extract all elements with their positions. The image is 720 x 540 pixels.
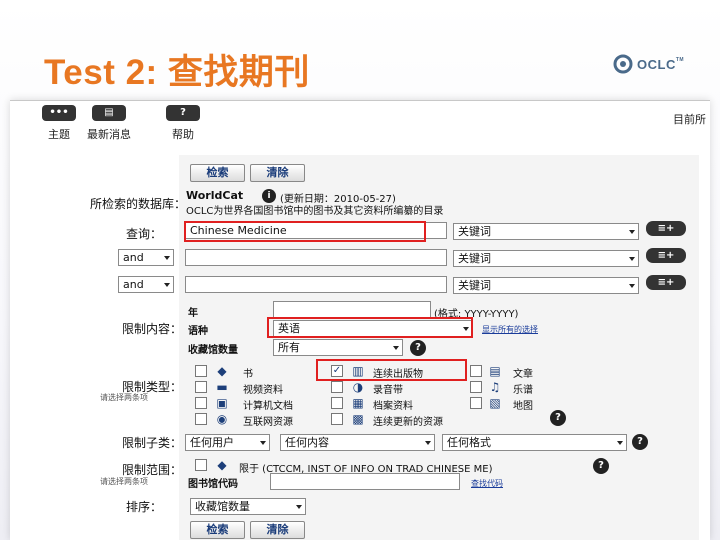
type-checkbox-book[interactable]: [195, 365, 207, 377]
slide: Test 2: 查找期刊 OCLCTM ••• 主题 ▤ 最新消息 ? 帮助 目…: [0, 0, 720, 540]
type-label-computer: 计算机文档: [243, 401, 293, 412]
add-row-button-3[interactable]: ≡+: [646, 275, 686, 290]
year-input[interactable]: [273, 301, 431, 318]
show-all-options-link[interactable]: 显示所有的选择: [482, 324, 538, 335]
index-select-3[interactable]: 关键词: [453, 277, 639, 294]
type-checkbox-score[interactable]: [470, 381, 482, 393]
type-label-map: 地图: [513, 401, 533, 412]
format-select[interactable]: 任何格式: [442, 434, 627, 451]
operator-select-3[interactable]: and: [118, 276, 174, 293]
type-checkbox-archive[interactable]: [331, 397, 343, 409]
library-code-input[interactable]: [270, 473, 460, 490]
type-checkbox-updating[interactable]: [331, 413, 343, 425]
clear-button-bottom[interactable]: 清除: [250, 521, 305, 539]
index-select-1[interactable]: 关键词: [453, 223, 639, 240]
type-help-icon[interactable]: ?: [550, 410, 566, 426]
index-select-2[interactable]: 关键词: [453, 250, 639, 267]
type-label-video: 视频资料: [243, 385, 283, 396]
article-icon: ▤: [489, 364, 501, 378]
oclc-logo-text: OCLCTM: [637, 56, 685, 72]
holdings-select[interactable]: 所有: [273, 339, 403, 356]
info-icon[interactable]: i: [262, 189, 276, 203]
query-input-3[interactable]: [185, 276, 447, 293]
type-checkbox-audio[interactable]: [331, 381, 343, 393]
year-label: 年: [188, 308, 198, 319]
subtype-label: 限制子类：: [121, 436, 182, 450]
holdings-help-icon[interactable]: ?: [410, 340, 426, 356]
sort-select[interactable]: 收藏馆数量: [190, 498, 306, 515]
type-label-internet: 互联网资源: [243, 417, 293, 428]
find-code-link[interactable]: 查找代码: [471, 478, 503, 489]
library-icon: ◆: [217, 458, 227, 472]
clear-button[interactable]: 清除: [250, 164, 305, 182]
type-checkbox-video[interactable]: [195, 381, 207, 393]
oclc-logo: OCLCTM: [612, 53, 684, 75]
worldcat-search-frame: ••• 主题 ▤ 最新消息 ? 帮助 目前所 检索 清除 所检索的数据库： Wo…: [10, 100, 710, 540]
toolbar: ••• 主题 ▤ 最新消息 ? 帮助 目前所: [10, 101, 710, 143]
database-description: OCLC为世界各国图书馆中的图书及其它资料所编纂的目录: [186, 206, 444, 217]
query-input-2[interactable]: [185, 249, 447, 266]
add-row-button-2[interactable]: ≡+: [646, 248, 686, 263]
audio-icon: ◑: [352, 380, 364, 394]
highlight-query-box: [184, 221, 426, 242]
highlight-language-box: [267, 317, 473, 338]
video-icon: ▬: [216, 380, 228, 394]
toolbar-help-label: 帮助: [172, 128, 194, 141]
map-icon: ▧: [489, 396, 501, 410]
type-label-book: 书: [243, 369, 253, 380]
database-label: 所检索的数据库：: [89, 197, 186, 211]
updating-icon: ▩: [352, 412, 364, 426]
archive-icon: ▦: [352, 396, 364, 410]
subtype-help-icon[interactable]: ?: [632, 434, 648, 450]
toolbar-topics[interactable]: ••• 主题: [34, 105, 84, 142]
operator-select-2[interactable]: and: [118, 249, 174, 266]
scope-checkbox[interactable]: [195, 459, 207, 471]
topics-icon: •••: [42, 105, 76, 121]
oclc-logo-icon: [613, 54, 633, 74]
highlight-serial-box: [316, 359, 467, 381]
toolbar-topics-label: 主题: [48, 128, 70, 141]
type-label-archive: 档案资料: [373, 401, 413, 412]
type-checkbox-article[interactable]: [470, 365, 482, 377]
holdings-label: 收藏馆数量: [188, 345, 238, 356]
type-label-article: 文章: [513, 369, 533, 380]
search-button[interactable]: 检索: [190, 164, 245, 182]
scope-hint: 请选择两条项: [100, 477, 148, 486]
type-checkbox-map[interactable]: [470, 397, 482, 409]
type-checkbox-computer[interactable]: [195, 397, 207, 409]
content-select[interactable]: 任何内容: [280, 434, 435, 451]
computer-icon: ▣: [216, 396, 228, 410]
language-label: 语种: [188, 326, 208, 337]
score-icon: ♫: [489, 380, 501, 394]
news-icon: ▤: [92, 105, 126, 121]
type-label-updating: 连续更新的资源: [373, 417, 443, 428]
search-button-bottom[interactable]: 检索: [190, 521, 245, 539]
internet-icon: ◉: [216, 412, 228, 426]
slide-title: Test 2: 查找期刊: [44, 53, 310, 92]
type-limits-hint: 请选择两条项: [100, 393, 148, 402]
type-label-audio: 录音带: [373, 385, 403, 396]
type-label-score: 乐谱: [513, 385, 533, 396]
help-icon: ?: [166, 105, 200, 121]
type-checkbox-internet[interactable]: [195, 413, 207, 425]
limits-label: 限制内容：: [121, 322, 182, 336]
scope-help-icon[interactable]: ?: [593, 458, 609, 474]
toolbar-news[interactable]: ▤ 最新消息: [84, 105, 134, 142]
database-name: WorldCat: [186, 189, 244, 202]
sort-label: 排序：: [125, 500, 162, 514]
toolbar-news-label: 最新消息: [87, 128, 131, 141]
audience-select[interactable]: 任何用户: [185, 434, 270, 451]
current-library-label: 目前所: [673, 113, 706, 126]
toolbar-help[interactable]: ? 帮助: [158, 105, 208, 142]
add-row-button-1[interactable]: ≡+: [646, 221, 686, 236]
query-label: 查询：: [125, 227, 162, 241]
library-code-label: 图书馆代码: [188, 479, 238, 490]
book-icon: ◆: [217, 364, 227, 378]
